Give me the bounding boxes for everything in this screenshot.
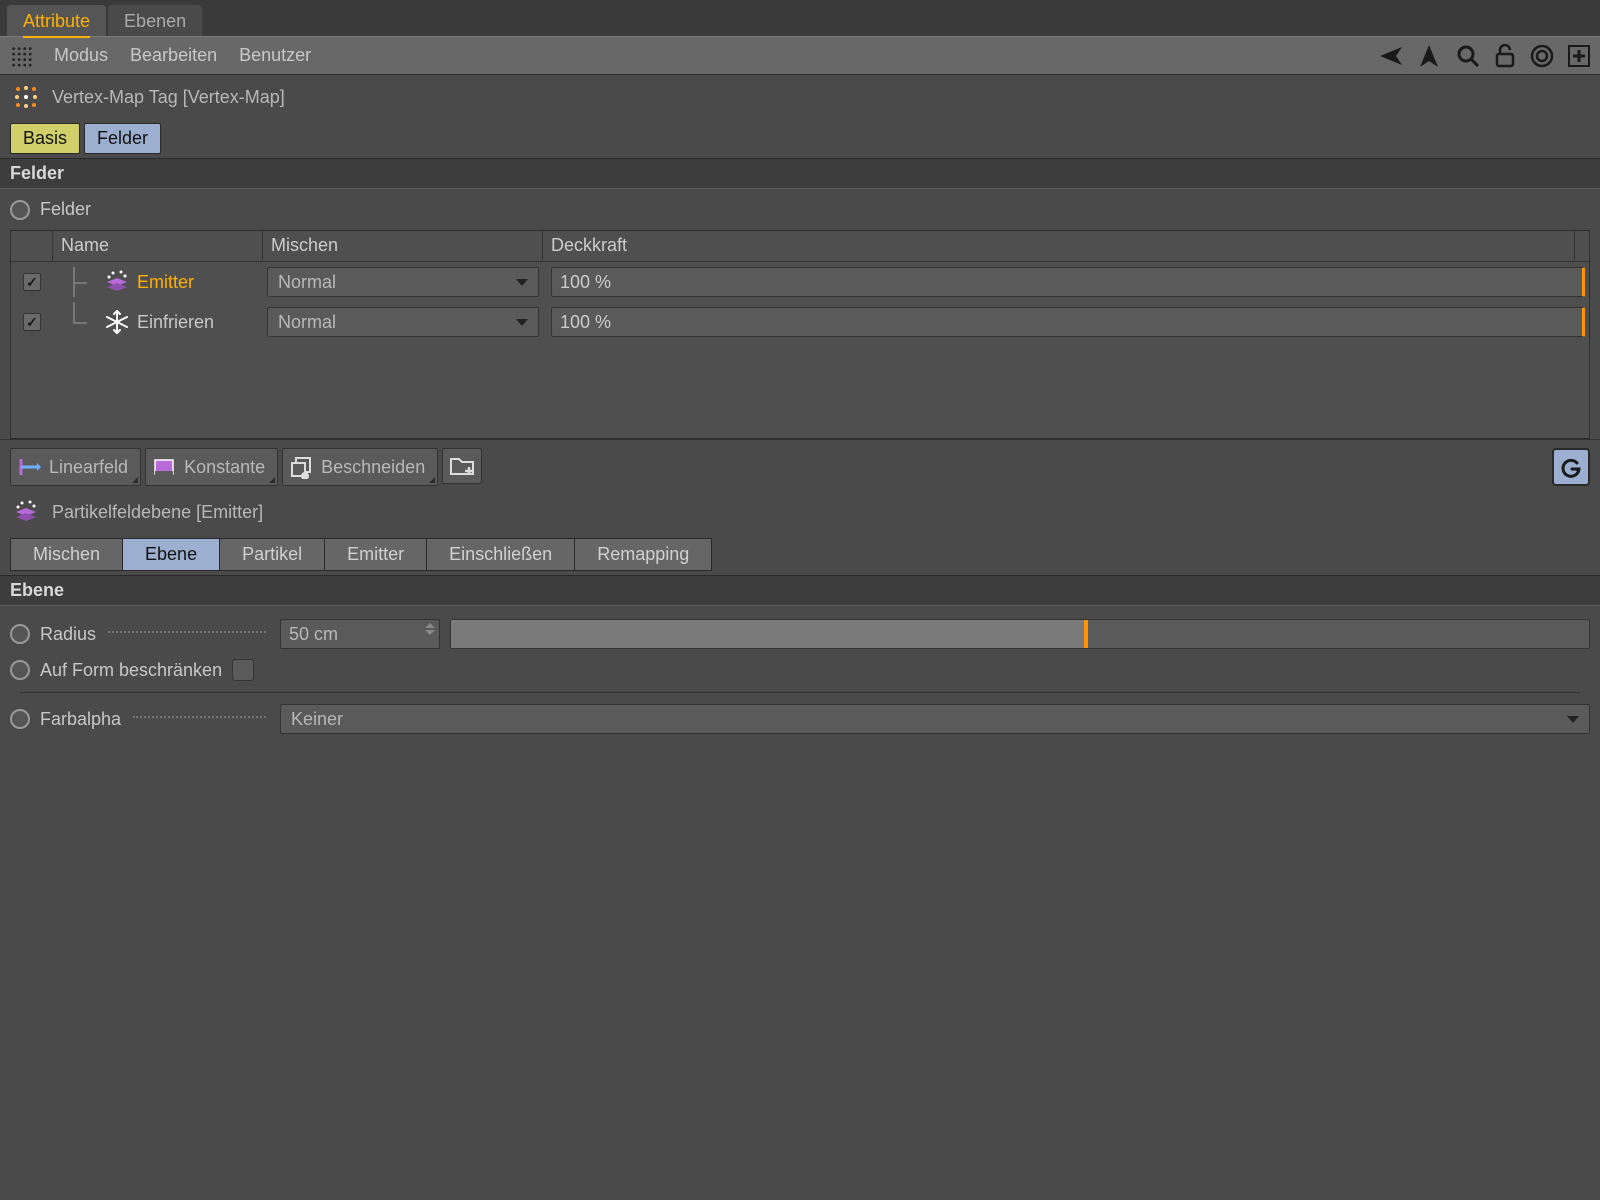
felder-param-row: Felder	[10, 195, 1590, 224]
menu-bearbeiten[interactable]: Bearbeiten	[130, 45, 217, 66]
particle-field-icon	[12, 498, 40, 526]
add-folder-button[interactable]	[442, 448, 482, 484]
row-opacity-input[interactable]: 100 %	[551, 307, 1585, 337]
g-button[interactable]	[1552, 448, 1590, 486]
search-icon[interactable]	[1456, 44, 1480, 68]
section-header-ebene: Ebene	[0, 575, 1600, 606]
attr-radius-row: Radius 50 cm	[10, 614, 1590, 654]
attribute-menubar: Modus Bearbeiten Benutzer	[0, 36, 1600, 74]
col-mischen[interactable]: Mischen	[263, 231, 543, 261]
add-panel-icon[interactable]	[1568, 45, 1590, 67]
radius-input[interactable]: 50 cm	[280, 619, 440, 649]
aufform-label: Auf Form beschränken	[40, 660, 222, 681]
subobject-title: Partikelfeldebene [Emitter]	[52, 502, 263, 523]
table-header: Name Mischen Deckkraft	[11, 231, 1589, 262]
object-tabs: Basis Felder	[0, 119, 1600, 158]
subtab-partikel[interactable]: Partikel	[219, 538, 325, 571]
beschneiden-button[interactable]: Beschneiden	[282, 448, 438, 486]
row-name-einfrieren[interactable]: Einfrieren	[137, 312, 214, 333]
subobject-header: Partikelfeldebene [Emitter]	[0, 494, 1600, 534]
table-row[interactable]: Einfrieren Normal 100 %	[11, 302, 1589, 342]
fields-table: Name Mischen Deckkraft Emitter Normal 10…	[10, 230, 1590, 439]
radius-anim-dot[interactable]	[10, 624, 30, 644]
row-enable-checkbox[interactable]	[23, 273, 41, 291]
nav-back-icon[interactable]	[1376, 45, 1402, 67]
tab-basis[interactable]: Basis	[10, 123, 80, 154]
row-mix-select[interactable]: Normal	[267, 267, 539, 297]
felder-label: Felder	[40, 199, 91, 220]
subtab-remapping[interactable]: Remapping	[574, 538, 712, 571]
subtab-einschliessen[interactable]: Einschließen	[426, 538, 575, 571]
clip-icon	[289, 455, 313, 479]
particle-field-icon	[103, 268, 131, 296]
object-title: Vertex-Map Tag [Vertex-Map]	[52, 87, 285, 108]
linear-field-icon	[17, 455, 41, 479]
menu-benutzer[interactable]: Benutzer	[239, 45, 311, 66]
attr-aufform-row: Auf Form beschränken	[10, 654, 1590, 686]
konstante-button[interactable]: Konstante	[145, 448, 278, 486]
tab-felder[interactable]: Felder	[84, 123, 161, 154]
farbalpha-anim-dot[interactable]	[10, 709, 30, 729]
section-header-felder: Felder	[0, 158, 1600, 189]
aufform-anim-dot[interactable]	[10, 660, 30, 680]
row-mix-select[interactable]: Normal	[267, 307, 539, 337]
vertex-map-icon	[12, 83, 40, 111]
farbalpha-label: Farbalpha	[40, 709, 121, 730]
freeze-icon	[103, 308, 131, 336]
row-enable-checkbox[interactable]	[23, 313, 41, 331]
radius-slider[interactable]	[450, 619, 1590, 649]
tab-attribute[interactable]: Attribute	[7, 5, 106, 36]
row-opacity-input[interactable]: 100 %	[551, 267, 1585, 297]
attr-farbalpha-row: Farbalpha Keiner	[10, 699, 1590, 739]
grid-icon[interactable]	[10, 45, 32, 67]
lock-icon[interactable]	[1494, 44, 1516, 68]
col-deckkraft[interactable]: Deckkraft	[543, 231, 1575, 261]
felder-anim-dot[interactable]	[10, 200, 30, 220]
aufform-checkbox[interactable]	[232, 659, 254, 681]
target-icon[interactable]	[1530, 44, 1554, 68]
radius-label: Radius	[40, 624, 96, 645]
object-header: Vertex-Map Tag [Vertex-Map]	[0, 74, 1600, 119]
farbalpha-select[interactable]: Keiner	[280, 704, 1590, 734]
tab-ebenen[interactable]: Ebenen	[108, 5, 202, 36]
table-row[interactable]: Emitter Normal 100 %	[11, 262, 1589, 302]
subobject-tabs: Mischen Ebene Partikel Emitter Einschlie…	[0, 534, 1600, 575]
col-name[interactable]: Name	[53, 231, 263, 261]
constant-icon	[152, 455, 176, 479]
panel-tabs: Attribute Ebenen	[0, 0, 1600, 36]
radius-step-up[interactable]	[425, 623, 435, 628]
linearfeld-button[interactable]: Linearfeld	[10, 448, 141, 486]
nav-up-icon[interactable]	[1416, 45, 1442, 67]
g-icon	[1559, 455, 1583, 479]
row-name-emitter[interactable]: Emitter	[137, 272, 194, 293]
subtab-ebene[interactable]: Ebene	[122, 538, 220, 571]
subtab-mischen[interactable]: Mischen	[10, 538, 123, 571]
menu-modus[interactable]: Modus	[54, 45, 108, 66]
radius-step-down[interactable]	[425, 630, 435, 635]
field-tool-row: Linearfeld Konstante Beschneiden	[0, 439, 1600, 494]
folder-add-icon	[449, 455, 475, 477]
subtab-emitter[interactable]: Emitter	[324, 538, 427, 571]
